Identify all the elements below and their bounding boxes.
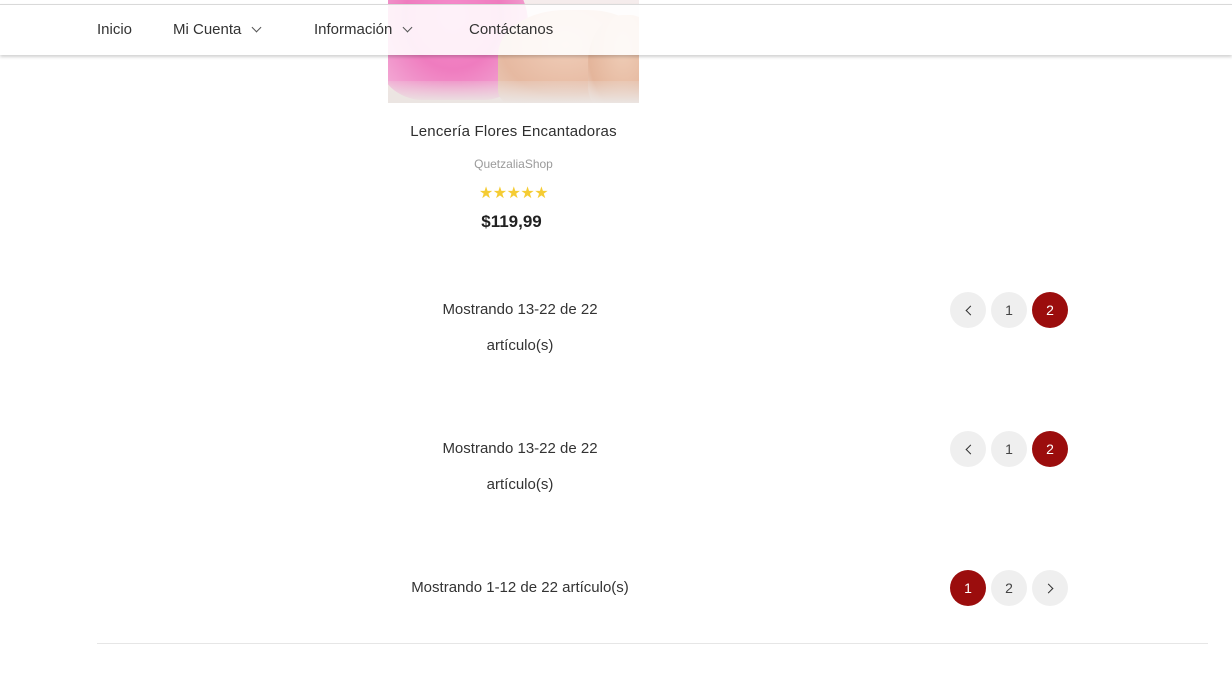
page-1-button-current[interactable]: 1 [950, 570, 986, 606]
prev-page-button[interactable] [950, 292, 986, 328]
page-1-button[interactable]: 1 [991, 292, 1027, 328]
product-brand[interactable]: QuetzaliaShop [388, 157, 639, 171]
product-image-floor [388, 81, 639, 103]
nav-item-mi-cuenta[interactable]: Mi Cuenta [173, 5, 262, 55]
nav-item-inicio[interactable]: Inicio [97, 5, 132, 55]
chevron-down-icon [251, 22, 262, 33]
chevron-left-icon [965, 444, 975, 455]
page-2-button-current[interactable]: 2 [1032, 431, 1068, 467]
pagination-summary-line1: Mostrando 13-22 de 22 [442, 301, 598, 318]
nav-item-label: Contáctanos [469, 21, 554, 38]
product-price: $119,99 [481, 212, 542, 231]
nav-item-contactanos[interactable]: Contáctanos [469, 5, 553, 55]
chevron-left-icon [965, 305, 975, 316]
pagination-summary-line2: artículo(s) [486, 476, 554, 493]
rating-stars: ★★★★★ [478, 185, 549, 202]
chevron-right-icon [1043, 583, 1053, 594]
pagination-summary: Mostrando 1-12 de 22 artículo(s) [380, 570, 660, 606]
pagination-summary: Mostrando 13-22 de 22 artículo(s) [395, 431, 645, 503]
next-page-button[interactable] [1032, 570, 1068, 606]
page-2-button-current[interactable]: 2 [1032, 292, 1068, 328]
nav-item-label: Inicio [97, 21, 133, 38]
product-name[interactable]: Lencería Flores Encantadoras [388, 123, 639, 140]
pagination-summary: Mostrando 13-22 de 22 artículo(s) [395, 292, 645, 364]
page-2-button[interactable]: 2 [991, 570, 1027, 606]
prev-page-button[interactable] [950, 431, 986, 467]
chevron-down-icon [402, 22, 413, 33]
footer-divider [97, 643, 1208, 644]
pagination-summary-line2: artículo(s) [486, 337, 554, 354]
pagination-summary-line1: Mostrando 13-22 de 22 [442, 440, 598, 457]
nav-item-label: Mi Cuenta [173, 21, 242, 38]
pagination-summary-line1: Mostrando 1-12 de 22 artículo(s) [411, 579, 629, 596]
nav-item-informacion[interactable]: Información [314, 5, 413, 55]
top-navbar: Inicio Mi Cuenta Información Contáctanos [0, 4, 1232, 55]
nav-item-label: Información [314, 21, 393, 38]
page-1-button[interactable]: 1 [991, 431, 1027, 467]
